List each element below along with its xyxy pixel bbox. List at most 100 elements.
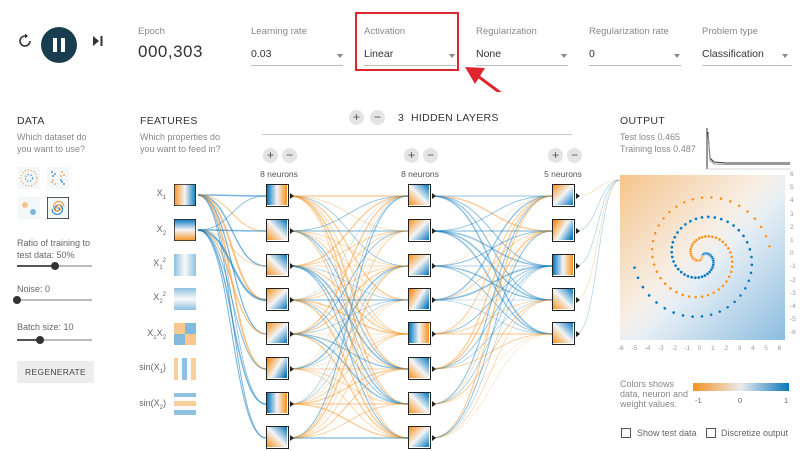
show-test-data-label: Show test data — [637, 428, 697, 438]
neuron[interactable] — [552, 254, 575, 277]
neuron-output-port — [576, 263, 580, 269]
x-tick-label: -1 — [684, 345, 691, 352]
data-point — [749, 271, 753, 275]
neuron[interactable] — [266, 357, 289, 380]
neuron-heatmap — [267, 289, 287, 309]
weight-link — [431, 333, 553, 439]
data-point — [741, 234, 746, 238]
neuron-output-port — [290, 401, 294, 407]
x-tick-label: -6 — [618, 345, 624, 352]
neuron[interactable] — [266, 219, 289, 242]
remove-neuron-button[interactable]: − — [282, 148, 297, 163]
data-point — [674, 204, 679, 209]
data-point — [641, 285, 645, 289]
weight-link — [575, 179, 621, 267]
data-point — [717, 237, 722, 242]
data-point — [730, 260, 735, 264]
discretize-output-checkbox[interactable] — [706, 428, 716, 438]
neuron[interactable] — [408, 254, 431, 277]
data-point — [650, 247, 654, 251]
data-point — [668, 286, 673, 291]
x-tick-label: 4 — [751, 345, 755, 352]
data-point — [687, 294, 691, 299]
add-neuron-button[interactable]: + — [548, 148, 563, 163]
layer-count: 3 — [398, 112, 405, 124]
add-neuron-button[interactable]: + — [263, 148, 278, 163]
data-point — [700, 314, 704, 319]
data-point — [724, 243, 728, 247]
neuron-heatmap — [267, 220, 287, 240]
data-point — [676, 267, 681, 271]
neuron[interactable] — [552, 219, 575, 242]
add-layer-button[interactable]: + — [349, 110, 364, 125]
neuron-output-port — [290, 228, 294, 234]
data-point — [710, 234, 715, 239]
data-point — [647, 293, 651, 298]
y-tick-label: 2 — [790, 223, 794, 231]
neuron[interactable] — [408, 219, 431, 242]
legend-line2: data, neuron and — [620, 389, 689, 399]
add-neuron-button[interactable]: + — [404, 148, 419, 163]
data-point — [700, 215, 704, 220]
remove-neuron-button[interactable]: − — [567, 148, 582, 163]
neuron[interactable] — [266, 254, 289, 277]
neuron[interactable] — [266, 184, 289, 207]
neuron[interactable] — [408, 426, 431, 449]
neuron[interactable] — [408, 357, 431, 380]
weight-link — [575, 179, 621, 301]
data-point — [700, 275, 704, 279]
data-point — [700, 235, 704, 240]
data-point — [694, 217, 698, 221]
data-point — [759, 225, 763, 229]
neuron[interactable] — [552, 184, 575, 207]
weight-link — [431, 265, 553, 439]
neuron[interactable] — [408, 288, 431, 311]
neuron-output-port — [290, 435, 294, 441]
neuron[interactable] — [266, 426, 289, 449]
data-point — [745, 209, 750, 214]
neuron-output-port — [432, 331, 436, 337]
neuron[interactable] — [266, 288, 289, 311]
neuron[interactable] — [408, 392, 431, 415]
remove-neuron-button[interactable]: − — [423, 148, 438, 163]
data-point — [745, 240, 749, 245]
layers-bracket — [262, 134, 572, 135]
neuron[interactable] — [266, 322, 289, 345]
neuron-heatmap — [267, 323, 287, 343]
neuron[interactable] — [408, 184, 431, 207]
neuron[interactable] — [552, 288, 575, 311]
data-point — [753, 216, 757, 221]
neuron-output-port — [432, 401, 436, 407]
y-tick-label: -5 — [790, 316, 796, 324]
y-tick-label: 3 — [790, 210, 794, 218]
data-point — [679, 226, 683, 231]
x-tick-label: 6 — [777, 345, 782, 352]
x-tick-label: 2 — [724, 345, 729, 352]
neuron-heatmap — [409, 393, 429, 413]
show-test-data-checkbox[interactable] — [621, 428, 631, 438]
data-point — [671, 310, 676, 315]
loss-chart — [706, 128, 790, 170]
neuron[interactable] — [266, 392, 289, 415]
neuron-heatmap — [267, 427, 287, 447]
data-point — [716, 287, 721, 292]
neuron-output-port — [576, 193, 580, 199]
neuron[interactable] — [408, 322, 431, 345]
data-point — [696, 275, 701, 280]
data-point — [688, 219, 693, 224]
data-point — [667, 210, 672, 214]
data-point — [656, 223, 661, 228]
remove-layer-button[interactable]: − — [370, 110, 385, 125]
neuron-output-port — [290, 297, 294, 303]
data-point — [738, 293, 743, 298]
x-tick-label: 0 — [697, 345, 702, 352]
data-point — [727, 275, 731, 279]
data-point — [737, 203, 741, 208]
data-point — [729, 270, 733, 274]
neuron-output-port — [432, 297, 436, 303]
data-point — [682, 200, 687, 205]
data-point — [729, 255, 734, 259]
neuron[interactable] — [552, 322, 575, 345]
y-tick-label: 1 — [790, 237, 794, 244]
data-point — [693, 295, 698, 299]
